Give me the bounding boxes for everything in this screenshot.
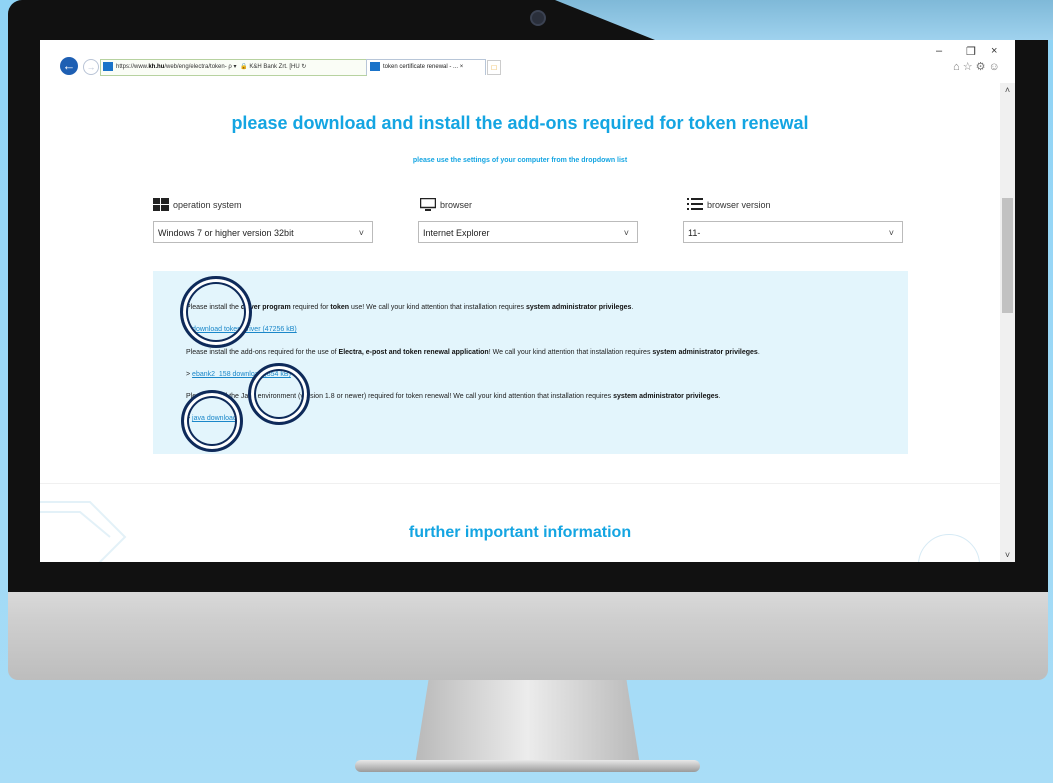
browser-select[interactable]: Internet Explorer ˅: [418, 221, 638, 243]
highlight-circle-java: [181, 390, 243, 452]
scrollbar[interactable]: ˄ ˅: [1000, 83, 1015, 562]
minimize-button[interactable]: –: [936, 45, 942, 57]
close-button[interactable]: ×: [991, 45, 997, 57]
new-tab-button[interactable]: □: [487, 60, 501, 75]
browser-label: browser: [420, 198, 473, 211]
os-label: operation system: [153, 198, 242, 211]
monitor-stand: [415, 680, 640, 765]
browser-label-text: browser: [440, 200, 473, 210]
address-domain: kh.hu: [148, 64, 165, 70]
highlight-circle-ebank: [248, 363, 310, 425]
page-title: please download and install the add-ons …: [231, 113, 809, 133]
address-path: /web/eng/electra/token-: [164, 64, 227, 70]
list-icon: [687, 198, 703, 210]
driver-instructions: Please install the driver program requir…: [186, 304, 634, 311]
scroll-up-icon[interactable]: ˄: [1000, 85, 1015, 95]
windows-icon: [153, 198, 169, 211]
browser-version-select-value: 11-: [688, 228, 701, 238]
monitor-chin: [8, 592, 1048, 680]
search-dropdown-icon[interactable]: ρ ▾: [228, 64, 236, 70]
site-favicon-icon: [103, 61, 113, 71]
address-bar[interactable]: https://www.kh.hu/web/eng/electra/token-…: [100, 59, 367, 76]
forward-button[interactable]: →: [83, 59, 99, 75]
browser-version-select[interactable]: 11- ˅: [683, 221, 903, 243]
back-button[interactable]: ←: [60, 57, 78, 75]
webcam: [530, 10, 546, 26]
os-select-value: Windows 7 or higher version 32bit: [158, 228, 294, 238]
info-box: Please install the driver program requir…: [153, 271, 908, 454]
browser-window: ← → https://www.kh.hu/web/eng/electra/to…: [40, 40, 1015, 562]
os-label-text: operation system: [173, 200, 242, 210]
browser-chrome: ← → https://www.kh.hu/web/eng/electra/to…: [40, 40, 1015, 83]
site-identity: K&H Bank Zrt. [HU: [249, 64, 300, 70]
scroll-thumb[interactable]: [1002, 198, 1013, 313]
highlight-circle-driver: [180, 276, 252, 348]
further-info-section: further important information: [40, 483, 1000, 562]
page-content: please download and install the add-ons …: [40, 83, 1000, 562]
browser-select-value: Internet Explorer: [423, 228, 490, 238]
lock-icon: 🔒: [240, 64, 248, 70]
tab-token-renewal[interactable]: token certificate renewal - ... ×: [366, 59, 486, 75]
tab-close-icon[interactable]: ×: [460, 64, 464, 70]
toolbar-icons[interactable]: ⌂ ☆ ⚙ ☺: [953, 60, 1000, 73]
monitor-base: [355, 760, 700, 772]
browser-version-label: browser version: [687, 198, 771, 210]
restore-button[interactable]: ❐: [966, 45, 976, 58]
chevron-down-icon: ˅: [888, 228, 894, 238]
chevron-down-icon: ˅: [358, 228, 364, 238]
further-info-heading: further important information: [408, 524, 632, 541]
page-subtitle: please use the settings of your computer…: [412, 157, 628, 164]
refresh-icon[interactable]: ↻: [301, 64, 306, 70]
address-scheme: https://www.: [116, 64, 149, 70]
addon-instructions: Please install the add-ons required for …: [186, 349, 760, 356]
os-select[interactable]: Windows 7 or higher version 32bit ˅: [153, 221, 373, 243]
tab-title: token certificate renewal - ...: [383, 64, 459, 70]
browser-version-label-text: browser version: [707, 200, 771, 210]
monitor-icon: [420, 198, 436, 211]
scroll-down-icon[interactable]: ˅: [1000, 550, 1015, 560]
tab-favicon-icon: [370, 61, 380, 71]
chevron-down-icon: ˅: [623, 228, 629, 238]
